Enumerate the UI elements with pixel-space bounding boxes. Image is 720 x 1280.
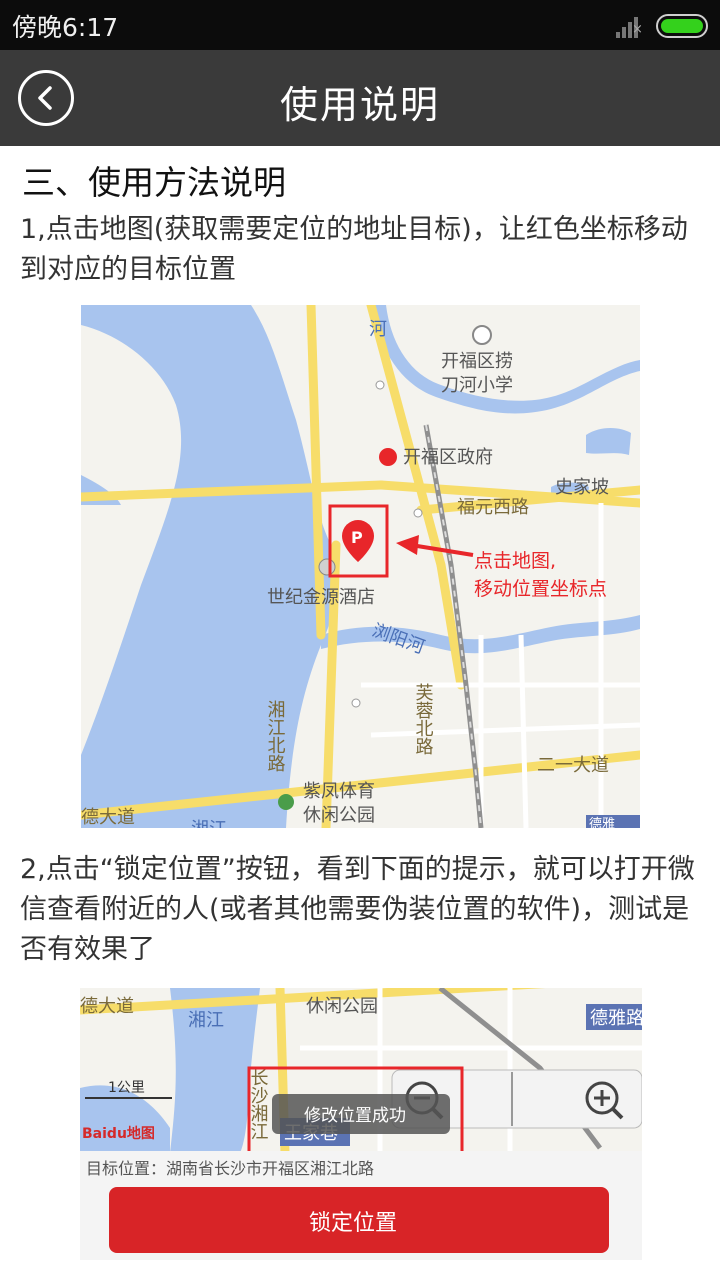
battery-icon xyxy=(656,14,708,38)
map1-label-xiang-bottom: 湘江 xyxy=(191,819,227,828)
annotation-line-2: 移动位置坐标点 xyxy=(474,578,607,600)
map-screenshot-1[interactable]: 河 开福区捞 刀河小学 开福区政府 福元西路 史家坡 世纪金源酒店 浏阳河 湘江… xyxy=(81,305,640,828)
map1-label-avenue: 德大道 xyxy=(81,807,135,828)
target-address: 目标位置：湖南省长沙市开福区湘江北路 xyxy=(86,1159,374,1178)
page-title: 使用说明 xyxy=(279,83,440,127)
map1-label-furong-n: 芙蓉北路 xyxy=(413,683,434,755)
map-screenshot-2[interactable]: 德大道 休闲公园 湘江 长沙湘江 德雅路 王家巷 1公里 Baidu地图 修改位… xyxy=(80,988,642,1260)
map1-label-fuyuan: 福元西路 xyxy=(457,497,529,518)
map2-label-changsha: 长沙湘江 xyxy=(248,1068,269,1140)
school-icon xyxy=(472,325,492,345)
map1-label-school-2: 刀河小学 xyxy=(441,375,513,396)
marker-letter: P xyxy=(351,528,363,547)
map1-label-ring: 二一大道 xyxy=(537,755,609,776)
step2-text: 2,点击“锁定位置”按钮，看到下面的提示，就可以打开微信查看附近的人(或者其他需… xyxy=(20,854,695,965)
map1-label-school-1: 开福区捞 xyxy=(441,351,513,372)
map2-label-deya: 德雅路 xyxy=(590,1008,642,1029)
map2-label-xiangjiang: 湘江 xyxy=(188,1010,224,1031)
map1-label-govt: 开福区政府 xyxy=(403,447,493,468)
map1-label-park-2: 休闲公园 xyxy=(303,805,375,826)
no-sim-icon: × xyxy=(632,22,643,37)
baidu-logo: Baidu地图 xyxy=(82,1125,155,1142)
step1-text: 1,点击地图(获取需要定位的地址目标)，让红色坐标移动到对应的目标位置 xyxy=(20,214,688,285)
section-heading: 三、使用方法说明 xyxy=(22,163,286,202)
lock-position-label: 锁定位置 xyxy=(309,1211,397,1236)
status-bar: 傍晚6:17 × xyxy=(0,0,720,50)
toast-text: 修改位置成功 xyxy=(304,1106,406,1126)
map1-label-river-top: 河 xyxy=(369,319,387,340)
map1-label-hotel: 世纪金源酒店 xyxy=(267,587,375,608)
title-bar: 使用说明 xyxy=(0,50,720,146)
annotation-line-1: 点击地图, xyxy=(474,550,556,572)
hotel-icon xyxy=(318,558,336,576)
map1-label-xiangjiang-n: 湘江北路 xyxy=(265,700,286,772)
map1-label-park-1: 紫凤体育 xyxy=(303,781,375,802)
map1-label-shijiapo: 史家坡 xyxy=(555,477,609,498)
status-time: 傍晚6:17 xyxy=(12,13,119,42)
map2-label-avenue: 德大道 xyxy=(80,996,134,1017)
park-icon xyxy=(278,794,294,810)
map1-label-deya: 德雅 xyxy=(589,817,615,828)
map2-label-park: 休闲公园 xyxy=(306,996,378,1017)
map-scale-label: 1公里 xyxy=(108,1080,145,1096)
govt-icon xyxy=(379,448,397,466)
